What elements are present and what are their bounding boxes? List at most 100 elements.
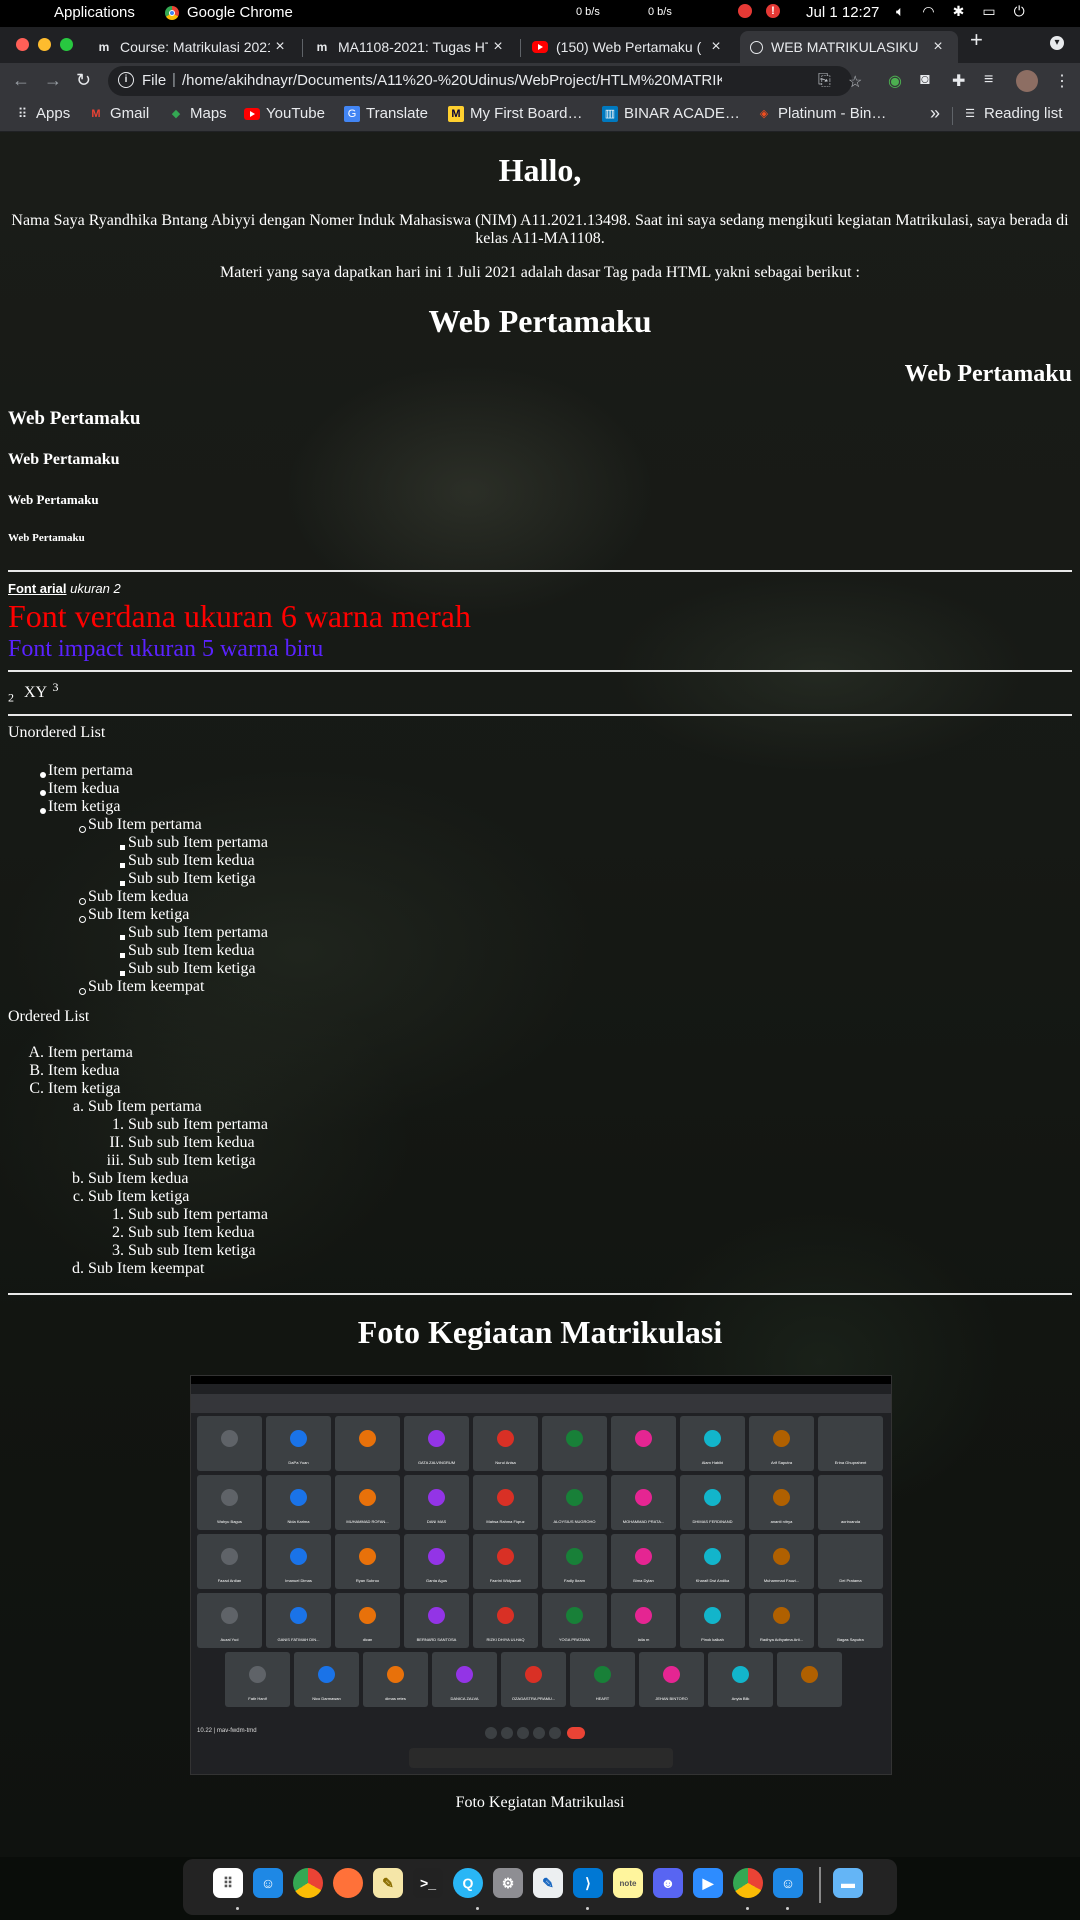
bookmark-youtube[interactable]: YouTube	[244, 105, 325, 122]
tab-youtube-web-pertamaku[interactable]: (150) Web Pertamaku ( ×	[524, 31, 734, 63]
reload-button[interactable]: ↻	[76, 70, 91, 91]
stickies-icon[interactable]: note	[613, 1868, 643, 1898]
wifi-icon[interactable]: ◠	[922, 3, 934, 20]
participant-avatar	[428, 1607, 445, 1624]
participant-tile: Alam Habibi	[680, 1416, 745, 1471]
participant-name: Bima Dylan	[633, 1578, 654, 1583]
power-icon[interactable]: ⏻	[1014, 3, 1025, 20]
info-icon[interactable]: i	[118, 72, 134, 88]
volume-icon[interactable]: 🔈︎	[896, 3, 904, 20]
bookmark-platinum[interactable]: ◈ Platinum - Bin…	[756, 105, 887, 122]
tab-search-button[interactable]: ▾	[1050, 36, 1064, 50]
alert-icon[interactable]: !	[766, 4, 780, 18]
bookmark-maps[interactable]: ◆ Maps	[168, 105, 227, 122]
folder-icon[interactable]: ▬	[833, 1868, 863, 1898]
participant-tile: OZAGASTRA PRAMU...	[501, 1652, 566, 1707]
profile-avatar[interactable]	[1016, 70, 1038, 92]
participant-tile: Dei Pratama	[818, 1534, 883, 1589]
media-control-icon[interactable]: ≡	[984, 71, 993, 89]
bookmark-label: Maps	[190, 105, 227, 122]
participant-name: Bagas Saputra	[837, 1637, 864, 1642]
active-app-menu[interactable]: Google Chrome	[165, 4, 293, 21]
applications-menu[interactable]: Applications	[54, 4, 135, 21]
new-tab-button[interactable]: +	[970, 27, 983, 53]
extensions-puzzle-icon[interactable]: ✚	[952, 71, 965, 91]
participant-avatar	[497, 1548, 514, 1565]
vscode-icon[interactable]: ⟩	[573, 1868, 603, 1898]
bookmarks-more-button[interactable]: »	[930, 103, 940, 124]
moodle-icon: m	[316, 40, 328, 54]
close-window-button[interactable]	[16, 38, 29, 51]
bluetooth-icon[interactable]: ✱	[953, 3, 965, 20]
tab-web-matrikulasiku[interactable]: WEB MATRIKULASIKU ×	[740, 31, 958, 63]
forward-button[interactable]: →	[44, 70, 62, 91]
search-app-icon[interactable]: Q	[453, 1868, 483, 1898]
chrome-menu-icon[interactable]: ⋮	[1054, 71, 1070, 91]
participant-tile: Ganta Agus	[404, 1534, 469, 1589]
tab-ma1108-tugas[interactable]: m MA1108-2021: Tugas HTML ×	[306, 31, 516, 63]
participant-name: Alam Habibi	[701, 1460, 724, 1465]
participant-avatar	[290, 1607, 307, 1624]
bookmark-apps[interactable]: ⠿ Apps	[14, 105, 70, 122]
tab-course-matrikulasi[interactable]: m Course: Matrikulasi 2021 ×	[88, 31, 298, 63]
meeting-code: 10.22 | mav-fwdm-tmd	[197, 1728, 257, 1734]
participant-avatar	[773, 1607, 790, 1624]
participant-tile: dimas retes	[363, 1652, 428, 1707]
settings-icon[interactable]: ⚙	[493, 1868, 523, 1898]
reading-list-button[interactable]: ☰ Reading list	[962, 105, 1062, 122]
terminal-icon[interactable]: >_	[413, 1868, 443, 1898]
app-grid-icon[interactable]: ⠿	[213, 1868, 243, 1898]
participant-avatar	[635, 1489, 652, 1506]
tray-app-icon[interactable]	[738, 4, 752, 18]
font-impact-text: Font impact ukuran 5 warna biru	[8, 636, 324, 662]
meet-participant-grid: DaPa Yuan GATA ZALVINGRUM Nurul Anisa Alam …	[191, 1416, 891, 1716]
heading-h4: Web Pertamaku	[8, 451, 120, 468]
chrome-app-icon[interactable]	[733, 1868, 763, 1898]
chrome-icon[interactable]	[293, 1868, 323, 1898]
system-tray[interactable]: 🔈︎ ◠ ✱ ▭ ⏻	[896, 3, 1025, 20]
tab-title: MA1108-2021: Tugas HTML	[338, 39, 488, 55]
notes-icon[interactable]: ✎	[373, 1868, 403, 1898]
discord-icon[interactable]: ☻	[653, 1868, 683, 1898]
maximize-window-button[interactable]	[60, 38, 73, 51]
extension-camera-icon[interactable]: ◙	[920, 71, 930, 89]
participant-avatar	[359, 1489, 376, 1506]
firefox-icon[interactable]	[333, 1868, 363, 1898]
bookmark-star-icon[interactable]: ☆	[848, 72, 862, 92]
close-tab-icon[interactable]: ×	[488, 38, 508, 56]
back-button[interactable]: ←	[12, 70, 30, 91]
extension-globe-icon[interactable]: ◉	[888, 71, 902, 91]
bookmark-translate[interactable]: G Translate	[344, 105, 428, 122]
list-item: Sub sub Item ketiga	[128, 870, 256, 887]
participant-avatar	[566, 1489, 583, 1506]
participant-avatar	[704, 1548, 721, 1565]
battery-icon[interactable]: ▭	[982, 3, 995, 20]
chrome-icon	[165, 5, 179, 20]
close-tab-icon[interactable]: ×	[706, 38, 726, 56]
finder-2-icon[interactable]: ☺	[773, 1868, 803, 1898]
clock[interactable]: Jul 1 12:27	[806, 4, 879, 21]
bookmark-binar[interactable]: ▥ BINAR ACADE…	[602, 105, 740, 122]
close-tab-icon[interactable]: ×	[928, 38, 948, 56]
participant-name: Ganta Agus	[426, 1578, 447, 1583]
participant-avatar	[732, 1666, 749, 1683]
participant-avatar	[525, 1666, 542, 1683]
participant-name: RIZKI DHIYA ULHAQ	[486, 1637, 525, 1642]
participant-name: Kharafi Dwi Andika	[695, 1578, 730, 1583]
translate-page-icon[interactable]: ⎘	[818, 72, 831, 90]
participant-tile	[542, 1416, 607, 1471]
close-tab-icon[interactable]: ×	[270, 38, 290, 56]
bookmark-miro[interactable]: M My First Board…	[448, 105, 583, 122]
participant-avatar	[842, 1430, 859, 1447]
finder-icon[interactable]: ☺	[253, 1868, 283, 1898]
docs-icon[interactable]: ✎	[533, 1868, 563, 1898]
url-text[interactable]: /home/akihdnayr/Documents/A11%20-%20Udin…	[182, 72, 722, 89]
participant-name: ananti nitrya	[770, 1519, 793, 1524]
bookmark-gmail[interactable]: M Gmail	[88, 105, 149, 122]
zoom-icon[interactable]: ▶	[693, 1868, 723, 1898]
participant-avatar	[428, 1489, 445, 1506]
list-marker: d.	[72, 1260, 84, 1277]
participant-tile: ALOYSIUS NUGROHO	[542, 1475, 607, 1530]
minimize-window-button[interactable]	[38, 38, 51, 51]
address-bar[interactable]: i File | /home/akihdnayr/Documents/A11%2…	[108, 66, 862, 96]
